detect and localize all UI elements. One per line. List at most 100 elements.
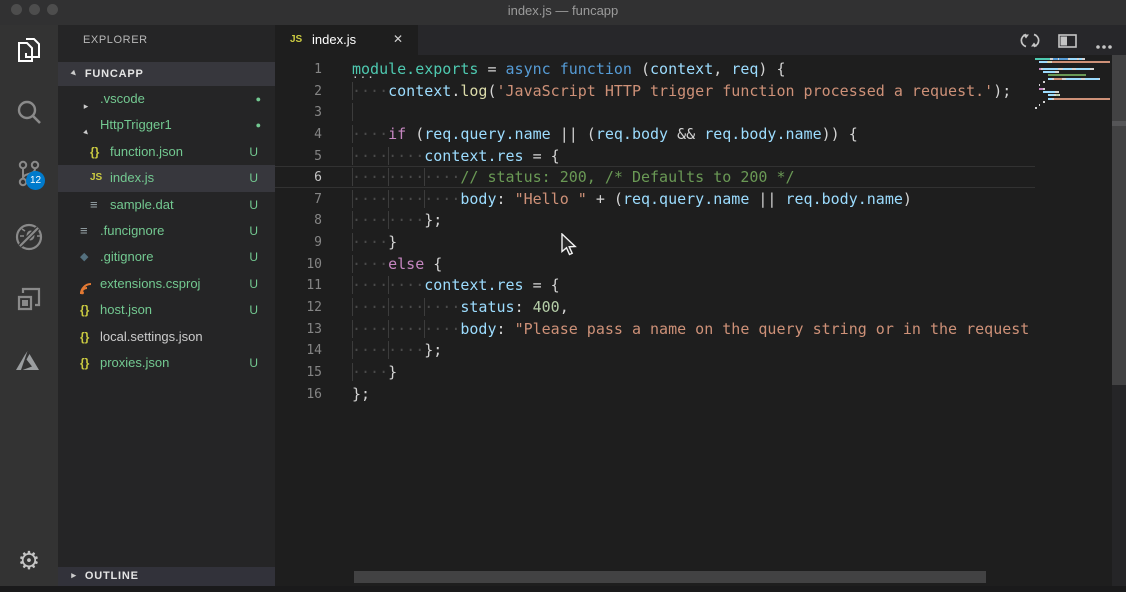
line-number[interactable]: 12	[275, 297, 330, 319]
indent-whitespace: ········	[352, 146, 425, 165]
vscode-window: index.js — funcapp 12 ⚙ EXPLORER ▸ FUNCA…	[0, 0, 1126, 592]
file-name: .vscode	[100, 91, 145, 106]
json-file-icon: {}	[80, 303, 90, 318]
section-header-outline[interactable]: ▸ OUTLINE	[58, 567, 275, 586]
tree-item-extensions.csproj[interactable]: extensions.csproj U	[58, 271, 275, 297]
token: }	[388, 362, 398, 381]
token: status	[460, 298, 515, 317]
token: req.body.name	[704, 124, 822, 143]
code-line-16[interactable]: };	[352, 384, 1035, 406]
token: req	[731, 60, 759, 78]
token: {	[424, 254, 443, 273]
azure-icon[interactable]	[13, 345, 45, 377]
json-file-icon: {}	[80, 355, 90, 370]
code-line-15[interactable]: ····}	[352, 362, 1035, 384]
code-line-7[interactable]: ············body: "Hello " + (req.query.…	[352, 189, 1035, 211]
indent-whitespace: ····	[352, 254, 389, 273]
code-line-8[interactable]: ········};	[352, 210, 1035, 232]
line-number[interactable]: 9	[275, 232, 330, 254]
code-line-12[interactable]: ············status: 400,	[352, 297, 1035, 319]
line-number[interactable]: 1	[275, 59, 330, 81]
js-file-icon: JS	[90, 172, 103, 184]
json-file-icon: {}	[90, 144, 100, 159]
indent-whitespace: ····	[352, 233, 389, 252]
vertical-scrollbar-thumb[interactable]	[1112, 55, 1126, 385]
more-actions-icon[interactable]	[1095, 37, 1113, 55]
code-line-3[interactable]	[352, 102, 1035, 124]
extensions-icon[interactable]	[13, 283, 45, 315]
line-number[interactable]: 3	[275, 102, 330, 124]
section-header-funcapp[interactable]: ▸ FUNCAPP	[58, 62, 275, 86]
file-tree: ▸ .vscode ● ▸ HttpTrigger1 ●{} function.json U J…	[58, 86, 275, 376]
token: context.res	[424, 276, 524, 295]
minimap[interactable]	[1035, 58, 1110, 111]
code-line-5[interactable]: ········context.res = {	[352, 146, 1035, 168]
token: log	[460, 81, 488, 100]
code-line-1[interactable]: module.exports = async function (context…	[352, 59, 1035, 81]
token: "Hello "	[514, 189, 587, 208]
tree-item-host.json[interactable]: {} host.json U	[58, 297, 275, 323]
gear-icon[interactable]: ⚙	[14, 546, 44, 576]
tree-item-HttpTrigger1[interactable]: ▸ HttpTrigger1 ●	[58, 112, 275, 138]
line-number[interactable]: 5	[275, 146, 330, 168]
token: async	[505, 60, 551, 78]
code-line-9[interactable]: ····}	[352, 232, 1035, 254]
token: body	[460, 189, 497, 208]
line-number[interactable]: 15	[275, 362, 330, 384]
token: &&	[668, 124, 705, 143]
code-line-4[interactable]: ····if (req.query.name || (req.body && r…	[352, 124, 1035, 146]
token: :	[496, 189, 515, 208]
line-number[interactable]: 16	[275, 384, 330, 406]
synchronize-changes-icon[interactable]	[1019, 32, 1041, 54]
line-number[interactable]: 13	[275, 319, 330, 341]
tab-close-icon[interactable]: ✕	[393, 32, 403, 46]
code-line-10[interactable]: ····else {	[352, 254, 1035, 276]
line-number-gutter[interactable]: 1 2 3 4 5 6 7 8 9 10 11 12 13 14 15 16	[275, 59, 330, 405]
tab-label: index.js	[312, 32, 357, 47]
code-line-14[interactable]: ········};	[352, 340, 1035, 362]
vertical-scrollbar[interactable]	[1112, 55, 1126, 592]
tab-index-js[interactable]: JS index.js ✕	[275, 25, 418, 55]
indent-whitespace: ····	[352, 362, 389, 381]
line-number[interactable]: 11	[275, 275, 330, 297]
tree-item-local.settings.json[interactable]: {} local.settings.json	[58, 324, 275, 350]
code-line-13[interactable]: ············body: "Please pass a name on…	[352, 319, 1035, 341]
token: req.query.name	[424, 124, 551, 143]
code-editor[interactable]: 1 2 3 4 5 6 7 8 9 10 11 12 13 14 15 16 module.exports =…	[275, 55, 1126, 592]
token: = {	[523, 146, 560, 165]
debug-disabled-icon[interactable]	[13, 221, 45, 253]
split-editor-icon[interactable]	[1058, 34, 1077, 53]
git-status-dot: ●	[255, 120, 261, 131]
line-number[interactable]: 8	[275, 210, 330, 232]
horizontal-scrollbar-thumb[interactable]	[354, 571, 986, 583]
tree-item-.gitignore[interactable]: ◆ .gitignore U	[58, 244, 275, 270]
js-file-icon: JS	[290, 34, 303, 45]
code-line-2[interactable]: ····context.log('JavaScript HTTP trigger…	[352, 81, 1035, 103]
line-number[interactable]: 4	[275, 124, 330, 146]
token: context.res	[424, 146, 524, 165]
file-name: local.settings.json	[100, 328, 203, 344]
token: context	[388, 81, 452, 100]
tree-item-function.json[interactable]: {} function.json U	[58, 139, 275, 165]
tree-item-proxies.json[interactable]: {} proxies.json U	[58, 350, 275, 376]
tree-item-.vscode[interactable]: ▸ .vscode ●	[58, 86, 275, 112]
token: req.query.name	[622, 189, 750, 208]
line-number[interactable]: 10	[275, 254, 330, 276]
line-number[interactable]: 14	[275, 340, 330, 362]
list-file-icon: ≡	[80, 222, 88, 238]
tree-item-sample.dat[interactable]: ≡ sample.dat U	[58, 192, 275, 218]
tree-item-.funcignore[interactable]: ≡ .funcignore U	[58, 218, 275, 244]
code-line-6[interactable]: ············// status: 200, /* Defaults …	[352, 167, 1035, 189]
line-number[interactable]: 2	[275, 81, 330, 103]
token: };	[424, 211, 443, 230]
token: };	[424, 341, 443, 360]
line-number[interactable]: 7	[275, 189, 330, 211]
explorer-heading: EXPLORER	[83, 34, 148, 46]
code-line-11[interactable]: ········context.res = {	[352, 275, 1035, 297]
code-content[interactable]: module.exports = async function (context…	[352, 59, 1035, 405]
explorer-icon[interactable]	[13, 34, 45, 66]
tree-item-index.js[interactable]: JS index.js U	[58, 165, 275, 192]
search-icon[interactable]	[13, 97, 45, 129]
line-number[interactable]: 6	[275, 167, 330, 189]
token: ,	[713, 60, 732, 78]
